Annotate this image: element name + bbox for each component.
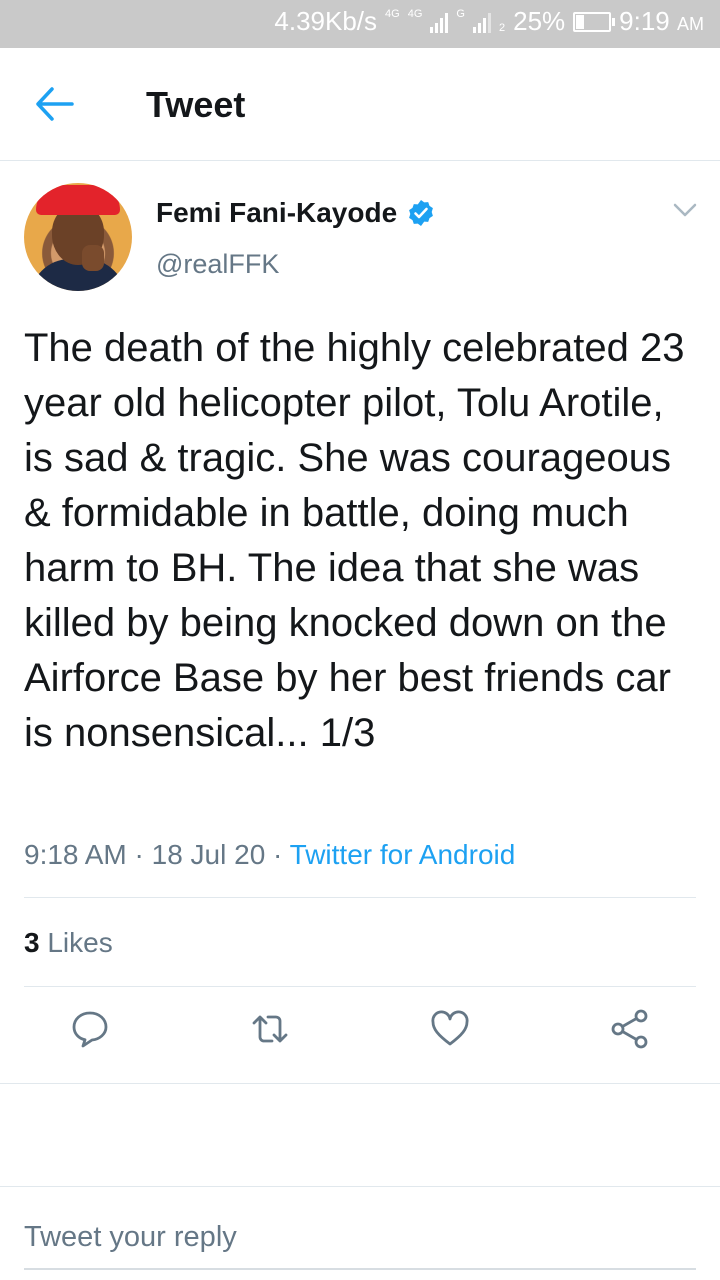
share-button[interactable] <box>610 1009 650 1049</box>
share-icon <box>611 1009 648 1049</box>
like-button[interactable] <box>430 1009 470 1049</box>
app-bar: Tweet <box>0 48 720 161</box>
network-type-label-2: 4G <box>407 7 423 20</box>
author-row: Femi Fani-Kayode <box>156 197 435 229</box>
verified-badge-icon <box>409 200 434 226</box>
reply-input[interactable] <box>24 1214 696 1260</box>
section-divider <box>0 1083 720 1084</box>
divider-2 <box>24 986 696 987</box>
battery-percent: 25% <box>513 6 566 36</box>
tweet-meta: 9:18 AM · 18 Jul 20 · Twitter for Androi… <box>24 839 515 871</box>
battery-fill <box>576 14 584 29</box>
signal-icon-2 <box>472 11 491 33</box>
chevron-down-icon[interactable] <box>672 201 698 219</box>
status-bar-indicators: 4.39Kb/s 4G 4G G 2 25% 9:19 AM <box>274 6 704 37</box>
author-name[interactable]: Femi Fani-Kayode <box>156 197 397 229</box>
reply-icon <box>72 1011 108 1048</box>
likes-number: 3 <box>24 927 40 958</box>
reply-underline <box>24 1268 696 1270</box>
retweet-icon <box>252 1015 288 1043</box>
network-type-label-3: G <box>456 7 465 20</box>
likes-count[interactable]: 3 Likes <box>24 927 113 959</box>
page-title: Tweet <box>146 84 246 125</box>
tweet-source-link[interactable]: Twitter for Android <box>290 839 516 870</box>
likes-label: Likes <box>47 927 113 958</box>
reply-divider <box>0 1186 720 1187</box>
status-bar: 4.39Kb/s 4G 4G G 2 25% 9:19 AM <box>0 0 720 48</box>
arrow-left-icon[interactable] <box>34 86 74 122</box>
meta-separator: · <box>134 839 144 870</box>
avatar[interactable] <box>24 183 132 291</box>
tweet-text: The death of the highly celebrated 23 ye… <box>24 326 685 755</box>
heart-icon <box>431 1010 469 1046</box>
reply-button[interactable] <box>70 1009 110 1049</box>
sim-label: 2 <box>498 21 506 34</box>
tweet-date: 18 Jul 20 <box>151 839 266 870</box>
tweet-time: 9:18 AM <box>24 839 127 870</box>
network-type-label: 4G <box>385 7 400 20</box>
clock-time: 9:19 <box>619 6 670 36</box>
divider <box>24 897 696 898</box>
meta-separator-2: · <box>273 839 283 870</box>
tweet-actions <box>0 1009 720 1089</box>
retweet-button[interactable] <box>250 1009 290 1049</box>
net-speed: 4.39Kb/s <box>274 6 378 36</box>
clock: 9:19 AM <box>619 6 704 37</box>
author-handle[interactable]: @realFFK <box>156 249 279 280</box>
clock-ampm: AM <box>677 14 704 34</box>
signal-icon <box>430 11 449 33</box>
battery-icon <box>573 11 616 32</box>
